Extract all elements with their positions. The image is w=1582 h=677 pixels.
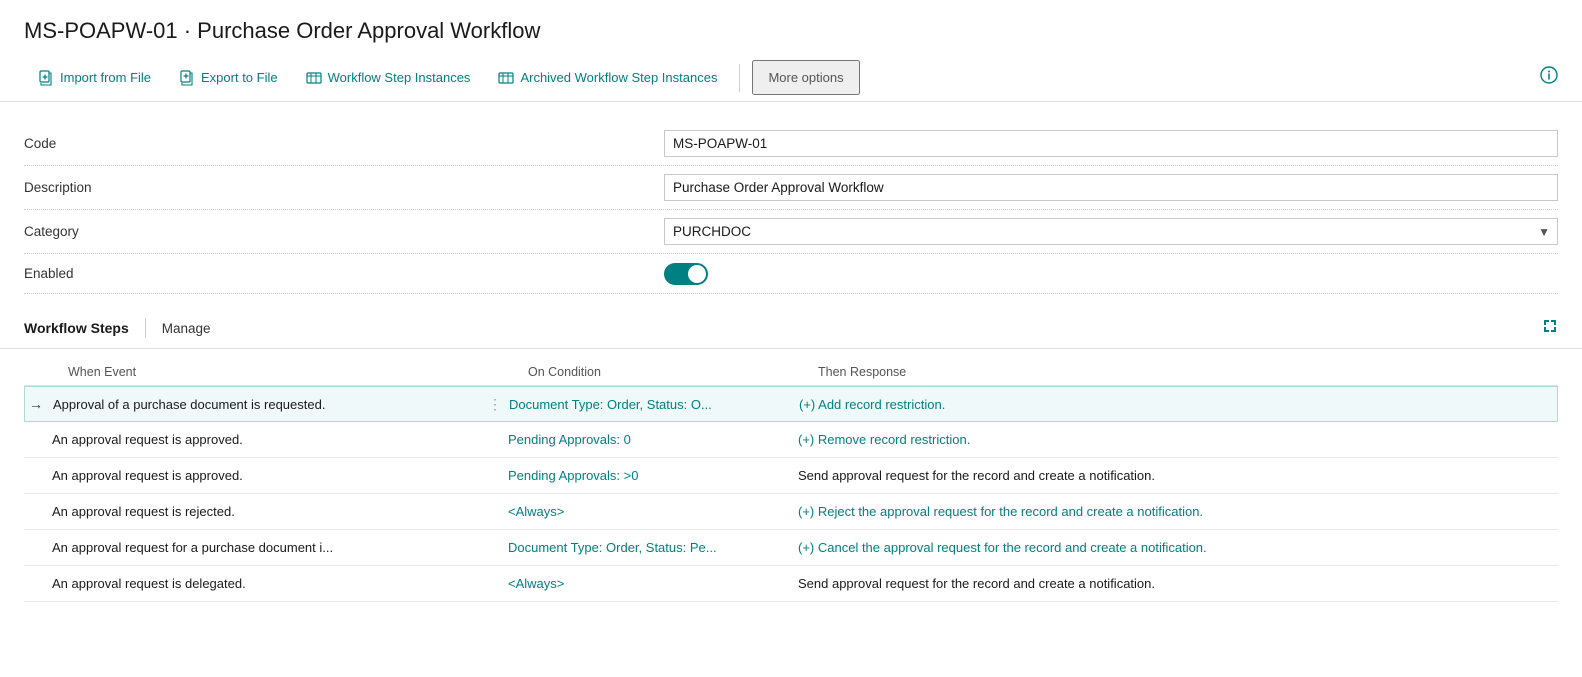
table-body: → Approval of a purchase document is req… <box>24 385 1558 602</box>
row-then-response[interactable]: (+) Cancel the approval request for the … <box>794 534 1558 561</box>
row-when-event: An approval request for a purchase docum… <box>48 534 484 561</box>
when-event-header: When Event <box>68 365 528 379</box>
workflow-instances-label: Workflow Step Instances <box>328 70 471 85</box>
code-row: Code <box>24 122 1558 166</box>
archived-icon <box>498 69 514 86</box>
row-then-response[interactable]: (+) Add record restriction. <box>795 391 1557 418</box>
workflow-instances-icon <box>306 69 322 86</box>
archived-workflow-step-instances-button[interactable]: Archived Workflow Step Instances <box>484 61 731 94</box>
manage-button[interactable]: Manage <box>162 321 211 336</box>
export-icon <box>179 69 195 86</box>
description-label: Description <box>24 180 664 195</box>
table-row[interactable]: → Approval of a purchase document is req… <box>24 386 1558 422</box>
category-select[interactable]: PURCHDOC <box>664 218 1558 245</box>
info-icon[interactable] <box>1540 66 1558 89</box>
on-condition-header: On Condition <box>528 365 818 379</box>
row-drag-handle[interactable]: ⋮ <box>485 396 505 413</box>
toolbar: Import from File Export to File <box>0 54 1582 102</box>
table-row[interactable]: An approval request is approved. Pending… <box>24 458 1558 494</box>
import-from-file-button[interactable]: Import from File <box>24 61 165 94</box>
description-row: Description <box>24 166 1558 210</box>
import-label: Import from File <box>60 70 151 85</box>
row-arrow-icon: → <box>25 396 49 412</box>
enabled-toggle[interactable] <box>664 263 708 285</box>
enabled-row: Enabled <box>24 254 1558 294</box>
row-when-event: An approval request is rejected. <box>48 498 484 525</box>
form-area: Code Description Category PURCHDOC ▼ <box>0 102 1582 304</box>
code-label: Code <box>24 136 664 151</box>
row-on-condition[interactable]: Pending Approvals: 0 <box>504 426 794 453</box>
export-label: Export to File <box>201 70 278 85</box>
table-row[interactable]: An approval request for a purchase docum… <box>24 530 1558 566</box>
row-on-condition[interactable]: <Always> <box>504 570 794 597</box>
export-to-file-button[interactable]: Export to File <box>165 61 292 94</box>
row-then-response: Send approval request for the record and… <box>794 570 1558 597</box>
category-row: Category PURCHDOC ▼ <box>24 210 1558 254</box>
code-input[interactable] <box>664 130 1558 157</box>
workflow-steps-title: Workflow Steps <box>24 320 129 336</box>
row-then-response[interactable]: (+) Remove record restriction. <box>794 426 1558 453</box>
expand-icon[interactable] <box>1542 318 1558 338</box>
table-header: When Event On Condition Then Response <box>24 359 1558 385</box>
row-then-response[interactable]: (+) Reject the approval request for the … <box>794 498 1558 525</box>
then-response-header: Then Response <box>818 365 1558 379</box>
row-when-event: An approval request is delegated. <box>48 570 484 597</box>
row-when-event: An approval request is approved. <box>48 426 484 453</box>
toggle-knob <box>688 265 706 283</box>
category-label: Category <box>24 224 664 239</box>
row-on-condition[interactable]: <Always> <box>504 498 794 525</box>
table-row[interactable]: An approval request is rejected. <Always… <box>24 494 1558 530</box>
import-icon <box>38 69 54 86</box>
description-input[interactable] <box>664 174 1558 201</box>
section-header-divider <box>145 318 146 338</box>
table-row[interactable]: An approval request is delegated. <Alway… <box>24 566 1558 602</box>
workflow-steps-section-header: Workflow Steps Manage <box>0 304 1582 349</box>
toolbar-separator <box>739 64 740 92</box>
row-then-response: Send approval request for the record and… <box>794 462 1558 489</box>
more-options-button[interactable]: More options <box>752 60 859 95</box>
workflow-step-instances-button[interactable]: Workflow Step Instances <box>292 61 485 94</box>
workflow-steps-table: When Event On Condition Then Response → … <box>0 349 1582 602</box>
page-title: MS-POAPW-01 · Purchase Order Approval Wo… <box>24 18 1558 44</box>
row-when-event: An approval request is approved. <box>48 462 484 489</box>
row-on-condition[interactable]: Document Type: Order, Status: Pe... <box>504 534 794 561</box>
enabled-label: Enabled <box>24 266 664 281</box>
row-on-condition[interactable]: Pending Approvals: >0 <box>504 462 794 489</box>
row-on-condition[interactable]: Document Type: Order, Status: O... <box>505 391 795 418</box>
table-row[interactable]: An approval request is approved. Pending… <box>24 422 1558 458</box>
archived-label: Archived Workflow Step Instances <box>520 70 717 85</box>
row-when-event: Approval of a purchase document is reque… <box>49 391 485 418</box>
